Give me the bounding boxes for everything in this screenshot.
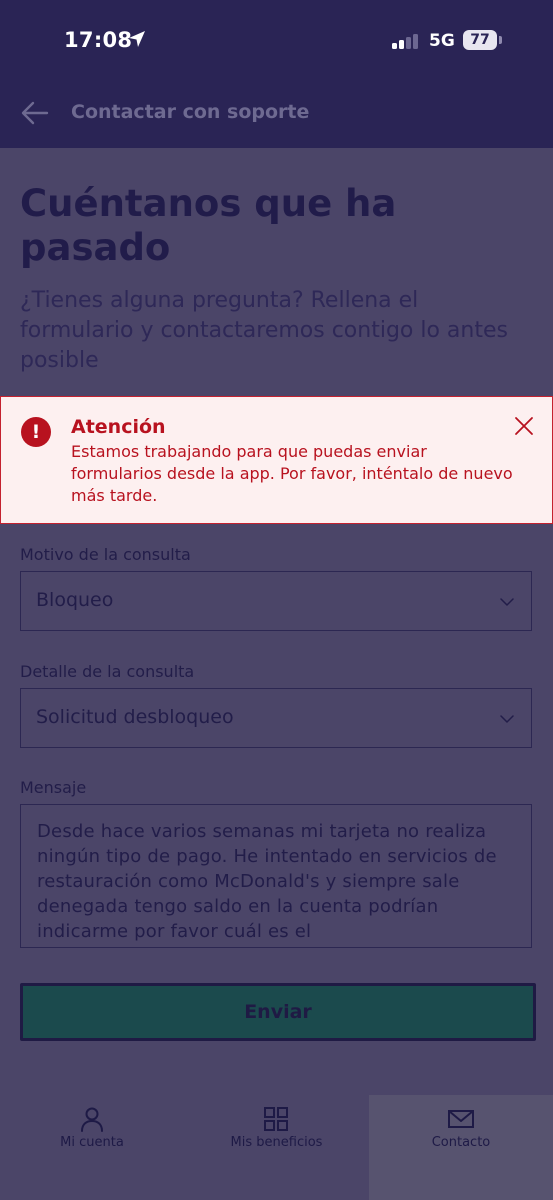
nav-label: Contacto [431,1135,491,1150]
close-icon[interactable] [513,415,535,437]
nav-item-mis-beneficios[interactable]: Mis beneficios [184,1095,369,1200]
location-arrow-icon [129,31,145,47]
message-label: Mensaje [20,778,87,797]
submit-button[interactable]: Enviar [20,983,536,1041]
grid-icon [264,1107,288,1131]
chevron-down-icon [500,598,514,606]
warning-alert: ! Atención Estamos trabajando para que p… [0,396,553,524]
main-content: Cuéntanos que ha pasado ¿Tienes alguna p… [0,148,553,1095]
user-icon [81,1107,103,1132]
detail-label: Detalle de la consulta [20,662,195,681]
main-heading: Cuéntanos que ha pasado [20,182,397,269]
alert-title: Atención [71,416,166,438]
battery-level: 77 [470,32,490,48]
detail-select[interactable]: Solicitud desbloqueo [20,688,532,748]
battery-tip [499,36,502,44]
nav-item-contacto[interactable]: Contacto [369,1095,553,1200]
nav-label: Mi cuenta [60,1135,124,1150]
network-type: 5G [429,31,455,51]
status-bar: 17:08 5G 77 [0,0,553,80]
app-bar: Contactar con soporte [0,80,553,148]
reason-select[interactable]: Bloqueo [20,571,532,631]
nav-item-mi-cuenta[interactable]: Mi cuenta [0,1095,184,1200]
reason-label: Motivo de la consulta [20,545,191,564]
mail-icon [448,1110,474,1128]
alert-icon: ! [21,417,51,447]
nav-label: Mis beneficios [230,1135,323,1150]
back-arrow-icon[interactable] [20,98,50,128]
status-time: 17:08 [64,28,133,52]
alert-message: Estamos trabajando para que puedas envia… [71,442,513,505]
battery-icon: 77 [463,30,497,50]
message-textarea[interactable]: Desde hace varios semanas mi tarjeta no … [20,804,532,948]
detail-value: Solicitud desbloqueo [36,706,234,728]
chevron-down-icon [500,715,514,723]
reason-value: Bloqueo [36,589,114,611]
page-title: Contactar con soporte [71,101,310,123]
signal-icon [392,33,420,49]
bottom-nav: Mi cuenta Mis beneficios Contacto [0,1095,553,1200]
main-subheading: ¿Tienes alguna pregunta? Rellena el form… [20,288,508,373]
